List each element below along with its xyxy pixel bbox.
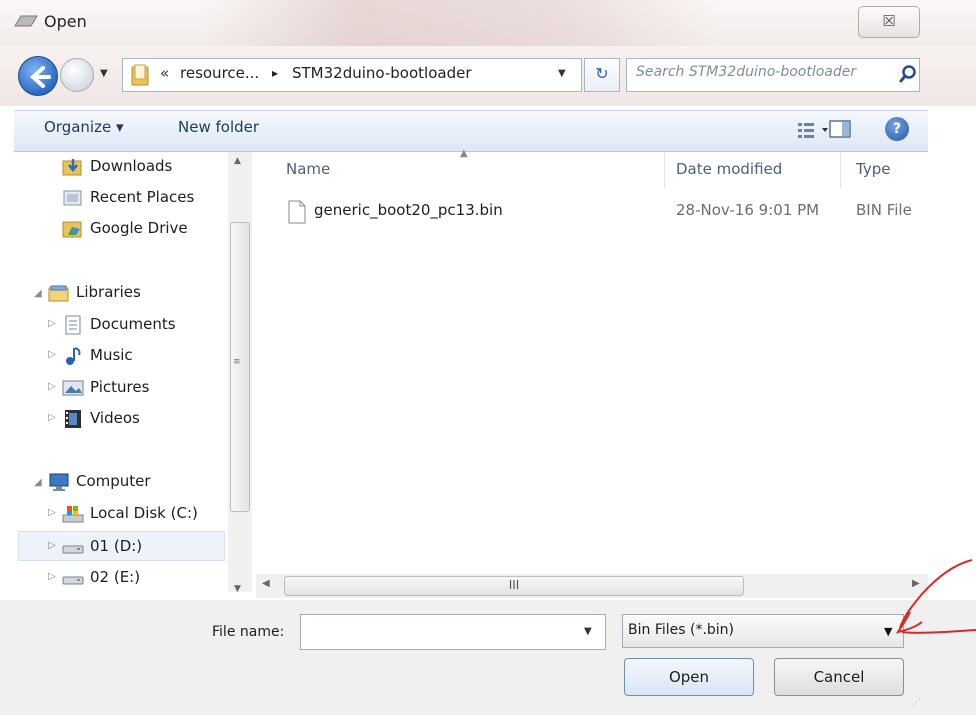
nav-item-libraries[interactable]: Libraries [48,279,141,305]
command-toolbar [14,110,928,152]
help-icon[interactable]: ? [885,117,909,141]
drive-e-icon [62,576,84,584]
nav-scroll-thumb[interactable] [230,222,250,512]
title-bar [0,0,976,46]
column-header-type[interactable]: Type [856,160,890,178]
file-type-cell: BIN File [856,201,912,219]
red-arrow-annotation [895,559,976,634]
local-disk-expand-icon[interactable]: ▷ [48,507,56,518]
file-name-cell[interactable]: generic_boot20_pc13.bin [314,201,503,219]
window-title: Open [44,12,87,31]
google-drive-icon [62,221,82,237]
column-header-date-modified[interactable]: Date modified [676,160,782,178]
resize-grip-icon[interactable]: ⋰ [912,698,921,708]
nav-scroll-down-icon[interactable]: ▼ [234,584,241,594]
computer-collapse-icon[interactable]: ◢ [34,477,42,488]
drive-d-icon [62,545,84,553]
file-type-value: Bin Files (*.bin) [628,622,735,638]
file-name-dropdown-icon[interactable]: ▼ [584,626,592,637]
computer-icon [49,473,69,491]
refresh-button[interactable]: ↻ [584,58,620,92]
recent-locations-dropdown-icon[interactable]: ▼ [100,68,108,79]
horizontal-scroll-thumb[interactable]: III [284,576,744,596]
organize-menu[interactable]: Organize ▾ [44,118,124,136]
nav-label-drive-d: 01 (D:) [90,537,143,555]
nav-label-videos: Videos [90,409,140,427]
sort-ascending-icon: ▲ [460,148,468,159]
nav-label-documents: Documents [90,315,176,333]
videos-icon [65,409,81,428]
nav-label-libraries: Libraries [76,283,141,301]
nav-label-pictures: Pictures [90,378,150,396]
nav-item-downloads[interactable]: Downloads [62,153,172,179]
file-date-cell: 28-Nov-16 9:01 PM [676,201,820,219]
pictures-icon [62,380,84,395]
open-dialog-icon [14,15,38,27]
nav-label-drive-e: 02 (E:) [90,568,141,586]
nav-item-recent-places[interactable]: Recent Places [62,184,194,210]
folder-icon [131,64,149,86]
nav-scroll-up-icon[interactable]: ▲ [234,156,241,166]
nav-item-music[interactable]: Music [62,342,133,368]
music-icon [66,346,81,365]
search-placeholder: Search STM32duino-bootloader [636,64,857,80]
refresh-icon: ↻ [595,64,609,83]
bin-file-icon [288,200,306,224]
drive-e-expand-icon[interactable]: ▷ [48,571,56,582]
libraries-collapse-icon[interactable]: ◢ [34,288,42,299]
open-button[interactable]: Open [624,658,754,696]
nav-label-recent-places: Recent Places [90,188,195,206]
address-dropdown-icon[interactable]: ▼ [558,68,566,79]
breadcrumb-separator[interactable]: ▸ [272,66,278,80]
scroll-left-icon[interactable]: ◀ [262,578,270,589]
preview-pane-icon[interactable] [828,118,852,140]
back-button[interactable] [18,56,58,96]
nav-item-videos[interactable]: Videos [62,405,140,431]
forward-button[interactable] [60,58,94,92]
back-arrow-icon [30,66,51,88]
column-divider[interactable] [664,152,665,188]
downloads-folder-icon [62,158,82,175]
nav-item-local-disk[interactable]: Local Disk (C:) [62,500,198,526]
videos-expand-icon[interactable]: ▷ [48,412,56,423]
nav-item-google-drive[interactable]: Google Drive [62,215,188,241]
search-icon[interactable] [898,64,918,84]
column-divider[interactable] [840,152,841,188]
file-name-input[interactable] [300,614,606,650]
nav-item-drive-d[interactable]: 01 (D:) [62,533,142,559]
local-disk-icon [62,505,84,522]
recent-places-icon [63,190,82,205]
nav-item-computer[interactable]: Computer [48,468,151,494]
column-header-name[interactable]: Name [286,160,330,178]
nav-label-music: Music [90,346,133,364]
new-folder-button[interactable]: New folder [178,118,259,136]
pictures-expand-icon[interactable]: ▷ [48,381,56,392]
nav-item-drive-e[interactable]: 02 (E:) [62,564,140,590]
libraries-icon [48,285,69,301]
breadcrumb-overflow[interactable]: « [160,64,169,82]
documents-icon [65,315,81,334]
nav-scroll-grip-icon: ≡ [233,357,241,367]
file-name-label: File name: [212,624,285,640]
nav-label-google-drive: Google Drive [90,219,188,237]
music-expand-icon[interactable]: ▷ [48,349,56,360]
nav-label-downloads: Downloads [90,157,173,175]
close-button[interactable]: ☒ [858,6,920,38]
breadcrumb-resources[interactable]: resource... [180,64,259,82]
nav-label-computer: Computer [76,472,151,490]
nav-label-local-disk: Local Disk (C:) [90,504,198,522]
cancel-button[interactable]: Cancel [774,658,904,696]
drive-d-expand-icon[interactable]: ▷ [48,540,56,551]
nav-item-documents[interactable]: Documents [62,311,176,337]
title-bar-background [200,0,720,46]
breadcrumb-current-folder[interactable]: STM32duino-bootloader [292,64,472,82]
documents-expand-icon[interactable]: ▷ [48,318,56,329]
nav-item-pictures[interactable]: Pictures [62,374,149,400]
